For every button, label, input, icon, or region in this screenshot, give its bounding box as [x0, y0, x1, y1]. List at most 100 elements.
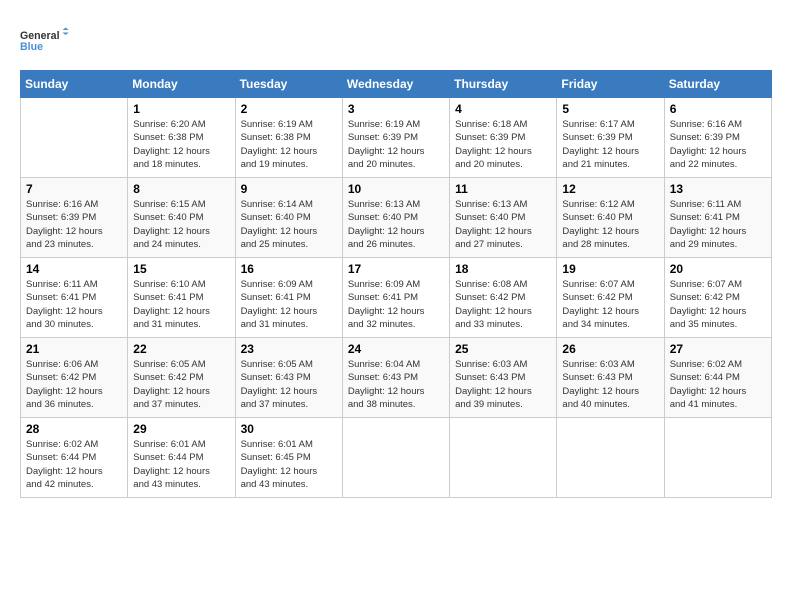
- day-sun-info: Sunrise: 6:17 AM Sunset: 6:39 PM Dayligh…: [562, 118, 658, 171]
- day-sun-info: Sunrise: 6:01 AM Sunset: 6:44 PM Dayligh…: [133, 438, 229, 491]
- day-sun-info: Sunrise: 6:11 AM Sunset: 6:41 PM Dayligh…: [26, 278, 122, 331]
- calendar-cell: 10Sunrise: 6:13 AM Sunset: 6:40 PM Dayli…: [342, 178, 449, 258]
- day-sun-info: Sunrise: 6:07 AM Sunset: 6:42 PM Dayligh…: [562, 278, 658, 331]
- col-header-tuesday: Tuesday: [235, 71, 342, 98]
- day-number: 11: [455, 182, 551, 196]
- day-number: 6: [670, 102, 766, 116]
- day-number: 28: [26, 422, 122, 436]
- calendar-week-row: 28 Sunrise: 6:02 AM Sunset: 6:44 PM Dayli…: [21, 418, 772, 498]
- calendar-cell: 15 Sunrise: 6:10 AM Sunset: 6:41 PM Dayli…: [128, 258, 235, 338]
- day-number: 19: [562, 262, 658, 276]
- day-number: 24: [348, 342, 444, 356]
- calendar-table: SundayMondayTuesdayWednesdayThursdayFrid…: [20, 70, 772, 498]
- day-number: 9: [241, 182, 337, 196]
- calendar-cell: 24 Sunrise: 6:04 AM Sunset: 6:43 PM Dayli…: [342, 338, 449, 418]
- day-number: 20: [670, 262, 766, 276]
- day-number: 8: [133, 182, 229, 196]
- day-sun-info: Sunrise: 6:10 AM Sunset: 6:41 PM Dayligh…: [133, 278, 229, 331]
- day-number: 15: [133, 262, 229, 276]
- page-header: General Blue: [20, 20, 772, 60]
- day-sun-info: Sunrise: 6:13 AM Sunset: 6:40 PM Dayligh…: [348, 198, 444, 251]
- day-number: 21: [26, 342, 122, 356]
- calendar-cell: [557, 418, 664, 498]
- day-sun-info: Sunrise: 6:02 AM Sunset: 6:44 PM Dayligh…: [670, 358, 766, 411]
- calendar-cell: [21, 98, 128, 178]
- col-header-saturday: Saturday: [664, 71, 771, 98]
- day-sun-info: Sunrise: 6:19 AM Sunset: 6:38 PM Dayligh…: [241, 118, 337, 171]
- day-sun-info: Sunrise: 6:08 AM Sunset: 6:42 PM Dayligh…: [455, 278, 551, 331]
- day-sun-info: Sunrise: 6:05 AM Sunset: 6:42 PM Dayligh…: [133, 358, 229, 411]
- calendar-cell: 1 Sunrise: 6:20 AM Sunset: 6:38 PM Daylig…: [128, 98, 235, 178]
- calendar-cell: 5 Sunrise: 6:17 AM Sunset: 6:39 PM Daylig…: [557, 98, 664, 178]
- logo-svg: General Blue: [20, 20, 70, 60]
- calendar-cell: 18Sunrise: 6:08 AM Sunset: 6:42 PM Dayli…: [450, 258, 557, 338]
- calendar-week-row: 21 Sunrise: 6:06 AM Sunset: 6:42 PM Dayli…: [21, 338, 772, 418]
- calendar-header-row: SundayMondayTuesdayWednesdayThursdayFrid…: [21, 71, 772, 98]
- day-sun-info: Sunrise: 6:09 AM Sunset: 6:41 PM Dayligh…: [348, 278, 444, 331]
- day-sun-info: Sunrise: 6:11 AM Sunset: 6:41 PM Dayligh…: [670, 198, 766, 251]
- day-number: 29: [133, 422, 229, 436]
- calendar-cell: 20 Sunrise: 6:07 AM Sunset: 6:42 PM Dayli…: [664, 258, 771, 338]
- calendar-cell: 9 Sunrise: 6:14 AM Sunset: 6:40 PM Daylig…: [235, 178, 342, 258]
- day-sun-info: Sunrise: 6:16 AM Sunset: 6:39 PM Dayligh…: [670, 118, 766, 171]
- day-sun-info: Sunrise: 6:12 AM Sunset: 6:40 PM Dayligh…: [562, 198, 658, 251]
- calendar-cell: 21 Sunrise: 6:06 AM Sunset: 6:42 PM Dayli…: [21, 338, 128, 418]
- calendar-cell: 23 Sunrise: 6:05 AM Sunset: 6:43 PM Dayli…: [235, 338, 342, 418]
- day-sun-info: Sunrise: 6:15 AM Sunset: 6:40 PM Dayligh…: [133, 198, 229, 251]
- calendar-cell: 29 Sunrise: 6:01 AM Sunset: 6:44 PM Dayli…: [128, 418, 235, 498]
- day-sun-info: Sunrise: 6:03 AM Sunset: 6:43 PM Dayligh…: [562, 358, 658, 411]
- calendar-cell: 11 Sunrise: 6:13 AM Sunset: 6:40 PM Dayli…: [450, 178, 557, 258]
- day-sun-info: Sunrise: 6:19 AM Sunset: 6:39 PM Dayligh…: [348, 118, 444, 171]
- col-header-thursday: Thursday: [450, 71, 557, 98]
- calendar-cell: 25 Sunrise: 6:03 AM Sunset: 6:43 PM Dayli…: [450, 338, 557, 418]
- day-number: 16: [241, 262, 337, 276]
- day-number: 30: [241, 422, 337, 436]
- svg-text:Blue: Blue: [20, 41, 43, 53]
- calendar-cell: 30 Sunrise: 6:01 AM Sunset: 6:45 PM Dayli…: [235, 418, 342, 498]
- day-number: 3: [348, 102, 444, 116]
- calendar-cell: 6 Sunrise: 6:16 AM Sunset: 6:39 PM Daylig…: [664, 98, 771, 178]
- calendar-cell: 22 Sunrise: 6:05 AM Sunset: 6:42 PM Dayli…: [128, 338, 235, 418]
- col-header-monday: Monday: [128, 71, 235, 98]
- calendar-cell: 19 Sunrise: 6:07 AM Sunset: 6:42 PM Dayli…: [557, 258, 664, 338]
- day-sun-info: Sunrise: 6:03 AM Sunset: 6:43 PM Dayligh…: [455, 358, 551, 411]
- day-number: 12: [562, 182, 658, 196]
- day-sun-info: Sunrise: 6:06 AM Sunset: 6:42 PM Dayligh…: [26, 358, 122, 411]
- calendar-cell: 8 Sunrise: 6:15 AM Sunset: 6:40 PM Daylig…: [128, 178, 235, 258]
- svg-text:General: General: [20, 30, 60, 42]
- day-number: 1: [133, 102, 229, 116]
- day-sun-info: Sunrise: 6:01 AM Sunset: 6:45 PM Dayligh…: [241, 438, 337, 491]
- day-number: 13: [670, 182, 766, 196]
- day-number: 4: [455, 102, 551, 116]
- day-number: 23: [241, 342, 337, 356]
- day-sun-info: Sunrise: 6:14 AM Sunset: 6:40 PM Dayligh…: [241, 198, 337, 251]
- day-sun-info: Sunrise: 6:18 AM Sunset: 6:39 PM Dayligh…: [455, 118, 551, 171]
- logo: General Blue: [20, 20, 70, 60]
- day-sun-info: Sunrise: 6:09 AM Sunset: 6:41 PM Dayligh…: [241, 278, 337, 331]
- day-sun-info: Sunrise: 6:02 AM Sunset: 6:44 PM Dayligh…: [26, 438, 122, 491]
- day-sun-info: Sunrise: 6:07 AM Sunset: 6:42 PM Dayligh…: [670, 278, 766, 331]
- calendar-cell: 16 Sunrise: 6:09 AM Sunset: 6:41 PM Dayli…: [235, 258, 342, 338]
- col-header-wednesday: Wednesday: [342, 71, 449, 98]
- day-number: 26: [562, 342, 658, 356]
- day-number: 25: [455, 342, 551, 356]
- day-number: 5: [562, 102, 658, 116]
- day-number: 22: [133, 342, 229, 356]
- day-sun-info: Sunrise: 6:13 AM Sunset: 6:40 PM Dayligh…: [455, 198, 551, 251]
- day-number: 27: [670, 342, 766, 356]
- col-header-friday: Friday: [557, 71, 664, 98]
- day-sun-info: Sunrise: 6:04 AM Sunset: 6:43 PM Dayligh…: [348, 358, 444, 411]
- calendar-week-row: 14Sunrise: 6:11 AM Sunset: 6:41 PM Dayli…: [21, 258, 772, 338]
- calendar-cell: [450, 418, 557, 498]
- calendar-cell: 26 Sunrise: 6:03 AM Sunset: 6:43 PM Dayli…: [557, 338, 664, 418]
- calendar-cell: 17Sunrise: 6:09 AM Sunset: 6:41 PM Dayli…: [342, 258, 449, 338]
- day-sun-info: Sunrise: 6:16 AM Sunset: 6:39 PM Dayligh…: [26, 198, 122, 251]
- calendar-cell: 3 Sunrise: 6:19 AM Sunset: 6:39 PM Daylig…: [342, 98, 449, 178]
- day-sun-info: Sunrise: 6:05 AM Sunset: 6:43 PM Dayligh…: [241, 358, 337, 411]
- day-number: 2: [241, 102, 337, 116]
- day-sun-info: Sunrise: 6:20 AM Sunset: 6:38 PM Dayligh…: [133, 118, 229, 171]
- calendar-cell: 14Sunrise: 6:11 AM Sunset: 6:41 PM Dayli…: [21, 258, 128, 338]
- calendar-cell: 7Sunrise: 6:16 AM Sunset: 6:39 PM Daylig…: [21, 178, 128, 258]
- calendar-cell: 2 Sunrise: 6:19 AM Sunset: 6:38 PM Daylig…: [235, 98, 342, 178]
- calendar-cell: [664, 418, 771, 498]
